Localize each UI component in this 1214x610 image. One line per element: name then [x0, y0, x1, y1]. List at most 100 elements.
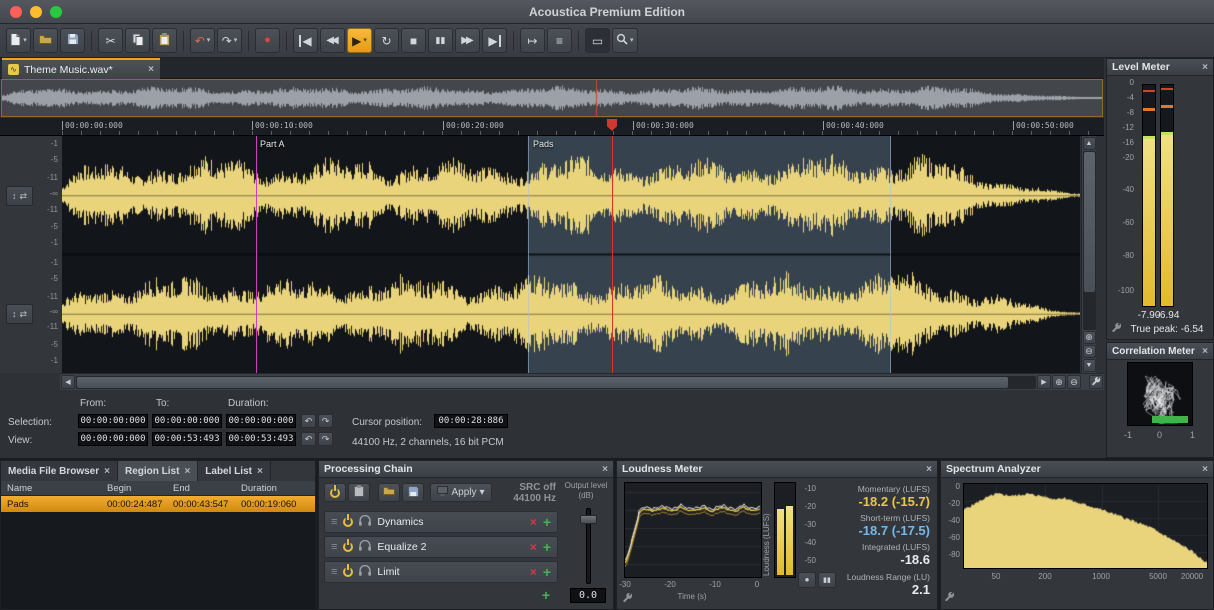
- chain-power-button[interactable]: [324, 483, 346, 502]
- redo-button[interactable]: ↷▾: [217, 28, 242, 53]
- panel-close-button[interactable]: ×: [1202, 62, 1208, 73]
- document-tab[interactable]: ∿ Theme Music.wav* ×: [2, 58, 160, 79]
- time-ruler[interactable]: 00:00:00:000 00:00:10:000 00:00:20:000 0…: [0, 118, 1104, 136]
- resize-icon[interactable]: ↕: [12, 192, 17, 201]
- chain-item-dynamics[interactable]: ≡ Dynamics × +: [324, 511, 558, 533]
- region-list-body[interactable]: Pads 00:00:24:487 00:00:43:547 00:00:19:…: [1, 496, 315, 609]
- column-name[interactable]: Name: [7, 483, 32, 494]
- remove-effect-button[interactable]: ×: [530, 565, 537, 579]
- zoom-out-vertical-button[interactable]: ⊖: [1083, 345, 1096, 358]
- tab-close-button[interactable]: ×: [104, 466, 110, 477]
- spectrum-settings-button[interactable]: [944, 592, 955, 603]
- headphones-icon[interactable]: [359, 540, 371, 554]
- record-button[interactable]: ●: [255, 28, 280, 53]
- selection-redo-button[interactable]: ↷: [318, 414, 333, 428]
- view-duration-field[interactable]: 00:00:53:493: [226, 432, 296, 446]
- remove-effect-button[interactable]: ×: [530, 515, 537, 529]
- horizontal-scroll-track[interactable]: [76, 376, 1036, 389]
- tab-close-button[interactable]: ×: [184, 466, 190, 477]
- tab-close-button[interactable]: ×: [148, 64, 154, 75]
- marker-line-part-a[interactable]: [256, 136, 257, 373]
- resize-icon[interactable]: ↕: [12, 310, 17, 319]
- go-to-end-button[interactable]: ▶: [482, 28, 507, 53]
- swap-channels-icon[interactable]: ⇄: [19, 192, 27, 201]
- vertical-scrollbar[interactable]: ▲ ⊕ ⊖ ▼: [1081, 136, 1096, 373]
- copy-button[interactable]: [125, 28, 150, 53]
- main-waveform-canvas[interactable]: [62, 136, 1080, 373]
- zoom-in-button[interactable]: ⊕: [1052, 375, 1066, 389]
- cursor-position-field[interactable]: 00:00:28:886: [434, 414, 508, 428]
- power-icon[interactable]: [343, 567, 353, 577]
- overview-waveform[interactable]: [1, 79, 1103, 117]
- view-undo-button[interactable]: ↶: [301, 432, 316, 446]
- scroll-right-button[interactable]: ▶: [1037, 375, 1051, 389]
- region-end-line[interactable]: [890, 136, 891, 373]
- overview-waveform-canvas[interactable]: [2, 80, 1102, 116]
- headphones-icon[interactable]: [359, 565, 371, 579]
- zoom-in-vertical-button[interactable]: ⊕: [1083, 331, 1096, 344]
- channel2-controls[interactable]: ↕ ⇄: [6, 304, 33, 324]
- track-list-tool-button[interactable]: ≡: [547, 28, 572, 53]
- add-effect-button[interactable]: +: [543, 514, 551, 530]
- cut-button[interactable]: ✂: [98, 28, 123, 53]
- chain-open-button[interactable]: [378, 483, 400, 502]
- headphones-icon[interactable]: [359, 515, 371, 529]
- tab-region-list[interactable]: Region List×: [118, 461, 198, 481]
- panel-close-button[interactable]: ×: [926, 464, 932, 475]
- append-effect-button[interactable]: +: [534, 586, 558, 604]
- loop-playback-button[interactable]: ↻: [374, 28, 399, 53]
- region-start-line[interactable]: [528, 136, 529, 373]
- selection-to-field[interactable]: 00:00:00:000: [152, 414, 222, 428]
- chain-apply-button[interactable]: Apply ▾: [430, 483, 492, 502]
- rewind-button[interactable]: ◀◀: [320, 28, 345, 53]
- chain-paste-button[interactable]: [348, 483, 370, 502]
- output-level-value[interactable]: 0.0: [570, 588, 606, 603]
- stop-button[interactable]: ■: [401, 28, 426, 53]
- drag-handle-icon[interactable]: ≡: [331, 567, 337, 578]
- chain-item-limit[interactable]: ≡ Limit × +: [324, 561, 558, 583]
- view-redo-button[interactable]: ↷: [318, 432, 333, 446]
- horizontal-scroll-thumb[interactable]: [77, 377, 1008, 388]
- scroll-left-button[interactable]: ◀: [61, 375, 75, 389]
- output-level-thumb[interactable]: [580, 515, 597, 524]
- column-begin[interactable]: Begin: [107, 483, 131, 494]
- open-file-button[interactable]: [33, 28, 58, 53]
- tab-media-file-browser[interactable]: Media File Browser×: [1, 461, 118, 481]
- vertical-scroll-track[interactable]: [1083, 151, 1096, 330]
- tab-label-list[interactable]: Label List×: [198, 461, 271, 481]
- playback-cursor-tool-button[interactable]: ↦: [520, 28, 545, 53]
- chain-item-equalize[interactable]: ≡ Equalize 2 × +: [324, 536, 558, 558]
- horizontal-scrollbar[interactable]: ◀ ▶ ⊕ ⊖: [60, 373, 1104, 390]
- channel1-controls[interactable]: ↕ ⇄: [6, 186, 33, 206]
- drag-handle-icon[interactable]: ≡: [331, 542, 337, 553]
- power-icon[interactable]: [343, 542, 353, 552]
- region-list-column-header[interactable]: Name Begin End Duration: [1, 481, 315, 496]
- new-file-button[interactable]: ▾: [6, 28, 31, 53]
- view-from-field[interactable]: 00:00:00:000: [78, 432, 148, 446]
- selection-from-field[interactable]: 00:00:00:000: [78, 414, 148, 428]
- go-to-start-button[interactable]: ◀: [293, 28, 318, 53]
- zoom-out-button[interactable]: ⊖: [1067, 375, 1081, 389]
- column-end[interactable]: End: [173, 483, 190, 494]
- selection-tool-button[interactable]: ▭: [585, 28, 610, 53]
- panel-close-button[interactable]: ×: [1202, 464, 1208, 475]
- paste-button[interactable]: [152, 28, 177, 53]
- selection-undo-button[interactable]: ↶: [301, 414, 316, 428]
- panel-close-button[interactable]: ×: [602, 464, 608, 475]
- zoom-tool-button[interactable]: ▾: [612, 28, 638, 53]
- swap-channels-icon[interactable]: ⇄: [19, 310, 27, 319]
- loudness-settings-button[interactable]: [622, 593, 633, 604]
- save-button[interactable]: [60, 28, 85, 53]
- add-effect-button[interactable]: +: [543, 539, 551, 555]
- view-settings-button[interactable]: [1089, 375, 1103, 389]
- fast-forward-button[interactable]: ▶▶: [455, 28, 480, 53]
- add-effect-button[interactable]: +: [543, 564, 551, 580]
- pause-button[interactable]: ▮▮: [428, 28, 453, 53]
- power-icon[interactable]: [343, 517, 353, 527]
- chain-save-button[interactable]: [402, 483, 424, 502]
- panel-close-button[interactable]: ×: [1202, 346, 1208, 357]
- remove-effect-button[interactable]: ×: [530, 540, 537, 554]
- playhead-marker[interactable]: [607, 119, 617, 131]
- column-duration[interactable]: Duration: [241, 483, 277, 494]
- undo-button[interactable]: ↶▾: [190, 28, 215, 53]
